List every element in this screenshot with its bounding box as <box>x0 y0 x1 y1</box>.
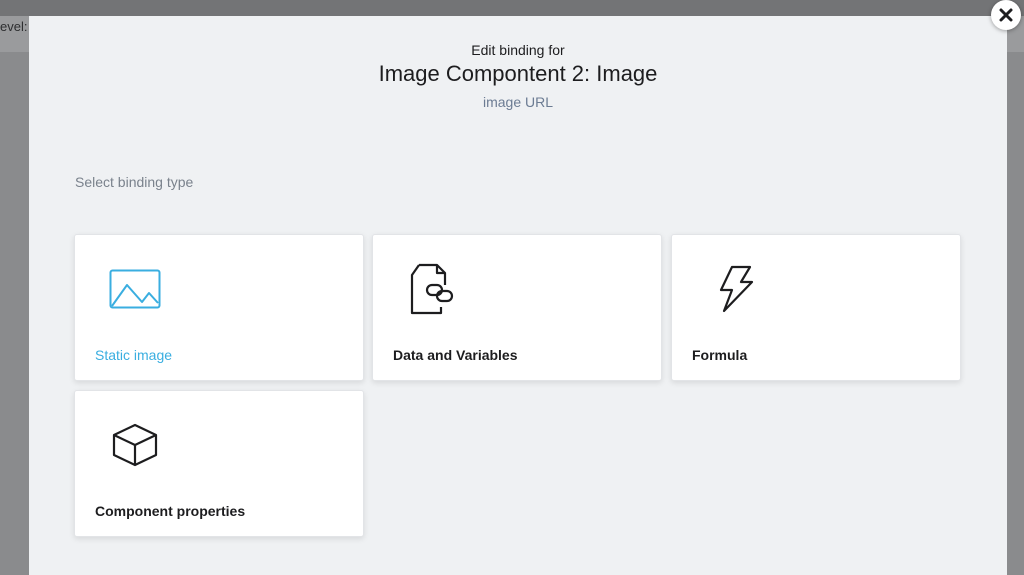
background-label: evel: <box>0 19 28 34</box>
option-component-properties[interactable]: Component properties <box>74 390 364 537</box>
option-label: Component properties <box>95 503 246 519</box>
option-static-image[interactable]: Static image <box>74 234 364 381</box>
lightning-icon <box>710 263 762 315</box>
option-formula[interactable]: Formula <box>671 234 961 381</box>
option-label: Data and Variables <box>393 347 518 363</box>
cube-icon <box>109 419 161 471</box>
close-button[interactable] <box>991 0 1021 30</box>
section-label: Select binding type <box>75 174 194 190</box>
option-label: Static image <box>95 347 173 363</box>
dialog-subtitle: Edit binding for <box>471 42 565 58</box>
dialog-title: Image Compontent 2: Image <box>378 61 658 86</box>
background-top-bar <box>0 0 1024 16</box>
close-icon <box>999 8 1013 22</box>
option-data-and-variables[interactable]: Data and Variables <box>372 234 662 381</box>
image-icon <box>109 263 161 315</box>
linked-document-icon <box>407 263 459 315</box>
dialog-property-name: image URL <box>482 94 554 110</box>
edit-binding-dialog: Edit binding for Image Compontent 2: Ima… <box>29 16 1007 575</box>
option-label: Formula <box>692 347 748 363</box>
